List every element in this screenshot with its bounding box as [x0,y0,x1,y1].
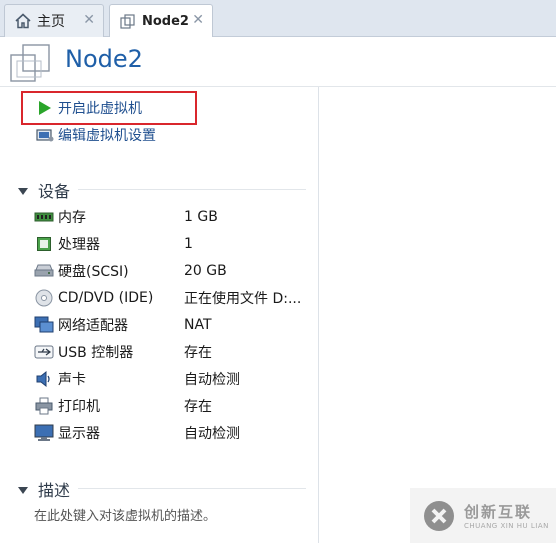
device-row-hard-disk[interactable]: 硬盘(SCSI) 20 GB [34,260,314,282]
devices-title: 设备 [38,182,71,201]
devices-section-header[interactable]: 设备 [18,178,306,202]
device-value: 正在使用文件 D:... [184,291,302,307]
collapse-icon [18,486,28,494]
edit-settings-button[interactable]: 编辑虚拟机设置 [36,124,156,146]
device-row-sound-card[interactable]: 声卡 自动检测 [34,368,314,390]
vm-preview-panel [319,87,556,543]
device-name: 网络适配器 [58,318,128,334]
watermark-logo [424,500,454,531]
device-value: 存在 [184,345,212,361]
cd-dvd-icon [34,289,54,307]
page-title: Node2 [65,45,143,73]
device-name: 内存 [58,210,86,226]
device-row-display[interactable]: 显示器 自动检测 [34,422,314,444]
device-value: 1 GB [184,209,218,225]
settings-icon [36,126,54,144]
device-row-usb[interactable]: USB 控制器 存在 [34,341,314,363]
device-value: 存在 [184,399,212,415]
device-name: 声卡 [58,372,86,388]
device-row-network-adapter[interactable]: 网络适配器 NAT [34,314,314,336]
home-icon [13,11,33,31]
tab-home[interactable]: 主页 ✕ [4,4,104,37]
memory-icon [34,208,54,226]
vm-icon [118,12,138,32]
description-section-header[interactable]: 描述 [18,477,306,501]
highlight-box [21,91,197,125]
device-name: 硬盘(SCSI) [58,264,129,280]
usb-icon [34,343,54,361]
section-divider [78,488,306,489]
sound-card-icon [34,370,54,388]
description-input[interactable]: 在此处键入对该虚拟机的描述。 [34,505,216,524]
tab-node2-label: Node2 [142,14,189,29]
tab-bar: 主页 ✕ Node2 ✕ [0,0,556,38]
watermark-sub: CHUANG XIN HU LIAN [464,522,549,530]
device-name: USB 控制器 [58,345,134,361]
vm-header: Node2 [0,37,556,87]
close-icon[interactable]: ✕ [192,12,204,28]
device-name: 处理器 [58,237,100,253]
collapse-icon [18,187,28,195]
device-row-processor[interactable]: 处理器 1 [34,233,314,255]
device-value: 自动检测 [184,372,240,388]
display-icon [34,424,54,442]
printer-icon [34,397,54,415]
device-row-cd-dvd[interactable]: CD/DVD (IDE) 正在使用文件 D:... [34,287,314,309]
device-name: 显示器 [58,426,100,442]
device-value: NAT [184,317,212,333]
device-value: 20 GB [184,263,227,279]
device-value: 自动检测 [184,426,240,442]
edit-settings-label: 编辑虚拟机设置 [58,128,156,144]
device-name: 打印机 [58,399,100,415]
close-icon[interactable]: ✕ [83,12,95,28]
vm-large-icon [8,41,54,89]
watermark-name: 创新互联 [464,503,533,521]
section-divider [78,189,306,190]
device-name: CD/DVD (IDE) [58,290,154,306]
watermark: 创新互联 CHUANG XIN HU LIAN [410,488,556,543]
network-adapter-icon [34,316,54,334]
tab-node2[interactable]: Node2 ✕ [109,4,213,38]
device-row-memory[interactable]: 内存 1 GB [34,206,314,228]
tab-home-label: 主页 [37,14,65,30]
device-value: 1 [184,236,193,252]
hard-disk-icon [34,262,54,280]
device-row-printer[interactable]: 打印机 存在 [34,395,314,417]
processor-icon [34,235,54,253]
description-title: 描述 [38,481,71,500]
